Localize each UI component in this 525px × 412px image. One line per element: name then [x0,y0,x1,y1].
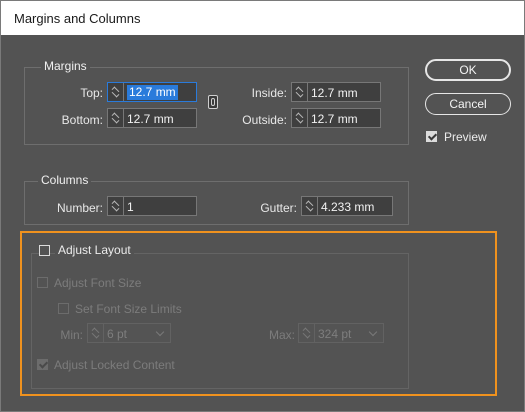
bottom-margin-field[interactable]: 12.7 mm [107,108,197,128]
cancel-button[interactable]: Cancel [425,93,511,115]
gutter-value: 4.233 mm [321,200,375,214]
gutter-stepper-icon[interactable] [305,200,313,212]
number-field[interactable]: 1 [107,196,197,216]
margins-group-label: Margins [41,59,90,73]
top-margin-value: 12.7 mm [127,85,178,100]
top-label: Top: [80,86,103,100]
top-margin-field[interactable]: 12.7 mm [107,82,197,102]
gutter-field[interactable]: 4.233 mm [301,196,393,216]
inside-stepper-icon[interactable] [295,86,303,98]
top-stepper-icon[interactable] [111,86,119,98]
outside-margin-value: 12.7 mm [311,112,358,126]
gutter-label: Gutter: [260,201,297,215]
title-bar: Margins and Columns [1,1,524,35]
number-value: 1 [127,200,134,214]
bottom-label: Bottom: [61,113,103,127]
dialog-title: Margins and Columns [14,11,141,26]
inside-label: Inside: [251,86,287,100]
ok-button[interactable]: OK [425,59,511,81]
outside-label: Outside: [242,113,287,127]
number-label: Number: [56,201,103,215]
outside-margin-field[interactable]: 12.7 mm [291,108,381,128]
columns-group-label: Columns [38,173,92,187]
link-margins-icon[interactable] [208,95,218,109]
bottom-stepper-icon[interactable] [111,112,119,124]
preview-label: Preview [444,130,487,144]
preview-checkbox[interactable] [426,131,437,142]
margins-and-columns-dialog: Margins and Columns Margins Top: 12.7 mm… [0,0,525,412]
highlight-box [20,231,497,396]
inside-margin-field[interactable]: 12.7 mm [291,82,381,102]
bottom-margin-value: 12.7 mm [127,112,174,126]
number-stepper-icon[interactable] [111,200,119,212]
inside-margin-value: 12.7 mm [311,86,358,100]
outside-stepper-icon[interactable] [295,112,303,124]
